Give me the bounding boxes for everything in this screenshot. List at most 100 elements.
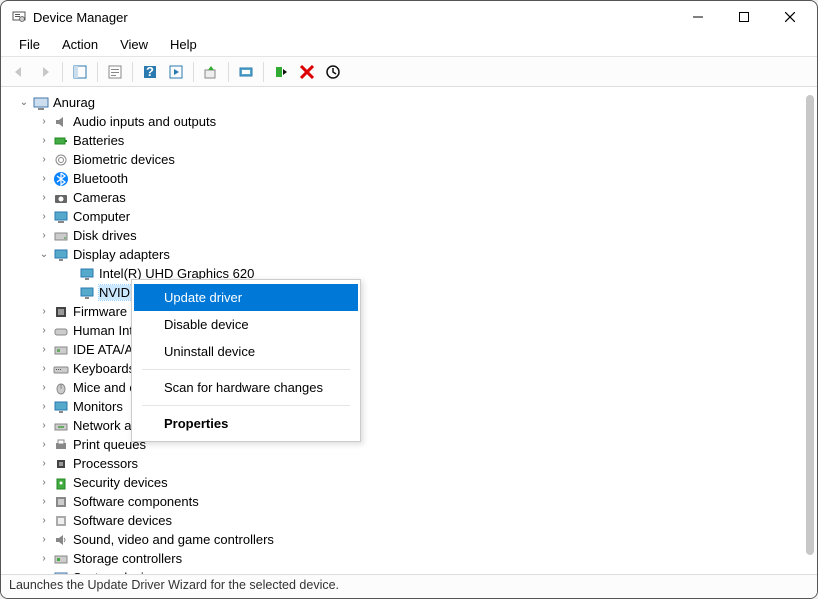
disable-device-button[interactable] <box>321 60 345 84</box>
help-button[interactable]: ? <box>138 60 162 84</box>
ide-icon <box>53 342 69 358</box>
expand-icon[interactable]: › <box>37 419 51 433</box>
uninstall-device-button[interactable] <box>295 60 319 84</box>
forward-button[interactable] <box>33 60 57 84</box>
expand-icon[interactable]: › <box>37 210 51 224</box>
tree-node-ide[interactable]: ›IDE ATA/AT <box>7 340 817 359</box>
ctx-properties[interactable]: Properties <box>134 410 358 437</box>
expand-icon[interactable]: › <box>37 400 51 414</box>
enable-device-button[interactable] <box>269 60 293 84</box>
expand-icon[interactable]: › <box>37 495 51 509</box>
tree-node-processors[interactable]: ›Processors <box>7 454 817 473</box>
tree-node-intel-gpu[interactable]: Intel(R) UHD Graphics 620 <box>7 264 817 283</box>
tree-node-network[interactable]: ›Network adapters <box>7 416 817 435</box>
collapse-icon[interactable]: ⌄ <box>37 248 51 262</box>
ctx-uninstall-device[interactable]: Uninstall device <box>134 338 358 365</box>
tree-node-storage[interactable]: ›Storage controllers <box>7 549 817 568</box>
disk-icon <box>53 228 69 244</box>
expand-icon[interactable]: › <box>37 191 51 205</box>
battery-icon <box>53 133 69 149</box>
expand-icon[interactable]: › <box>37 305 51 319</box>
update-driver-button[interactable] <box>199 60 223 84</box>
expand-icon[interactable]: › <box>37 324 51 338</box>
tree-node-nvidia-gpu[interactable]: NVIDIA <box>7 283 817 302</box>
tree-label: Computer <box>73 209 130 224</box>
device-tree[interactable]: ⌄ Anurag ›Audio inputs and outputs ›Batt… <box>1 87 817 574</box>
tree-label: Software components <box>73 494 199 509</box>
device-manager-window: Device Manager File Action View Help ? ⌄ <box>0 0 818 599</box>
expand-icon[interactable]: › <box>37 533 51 547</box>
expand-icon[interactable]: › <box>37 381 51 395</box>
tree-node-batteries[interactable]: ›Batteries <box>7 131 817 150</box>
expand-icon[interactable]: › <box>37 476 51 490</box>
tree-node-sound[interactable]: › Sound, video and game controllers <box>7 530 817 549</box>
expand-icon[interactable]: › <box>37 153 51 167</box>
close-button[interactable] <box>767 1 813 33</box>
show-hide-tree-button[interactable] <box>68 60 92 84</box>
expand-icon[interactable]: › <box>37 552 51 566</box>
menu-view[interactable]: View <box>112 35 156 54</box>
tree-node-swdev[interactable]: ›Software devices <box>7 511 817 530</box>
action-button[interactable] <box>164 60 188 84</box>
window-title: Device Manager <box>33 10 128 25</box>
tree-label: Bluetooth <box>73 171 128 186</box>
tree-node-biometric[interactable]: ›Biometric devices <box>7 150 817 169</box>
menu-action[interactable]: Action <box>54 35 106 54</box>
tree-node-bluetooth[interactable]: › Bluetooth <box>7 169 817 188</box>
menubar: File Action View Help <box>1 33 817 57</box>
tree-node-firmware[interactable]: › Firmware <box>7 302 817 321</box>
computer-icon <box>33 95 49 111</box>
scan-hardware-button[interactable] <box>234 60 258 84</box>
computer-icon <box>53 209 69 225</box>
expand-icon[interactable]: › <box>37 362 51 376</box>
tree-root[interactable]: ⌄ Anurag <box>7 93 817 112</box>
expand-icon[interactable]: › <box>37 115 51 129</box>
ctx-disable-device[interactable]: Disable device <box>134 311 358 338</box>
menu-help[interactable]: Help <box>162 35 205 54</box>
minimize-button[interactable] <box>675 1 721 33</box>
tree-node-hid[interactable]: ›Human Int <box>7 321 817 340</box>
tree-label: Sound, video and game controllers <box>73 532 274 547</box>
ctx-scan-hardware[interactable]: Scan for hardware changes <box>134 374 358 401</box>
svg-text:?: ? <box>146 64 154 79</box>
tree-node-print[interactable]: ›Print queues <box>7 435 817 454</box>
tree-node-mice[interactable]: ›Mice and o <box>7 378 817 397</box>
tree-node-audio[interactable]: ›Audio inputs and outputs <box>7 112 817 131</box>
scrollbar[interactable] <box>806 95 814 555</box>
expand-icon[interactable]: › <box>37 343 51 357</box>
mouse-icon <box>53 380 69 396</box>
tree-node-system[interactable]: ›System devices <box>7 568 817 574</box>
tree-node-monitors[interactable]: ›Monitors <box>7 397 817 416</box>
tree-node-disk[interactable]: ›Disk drives <box>7 226 817 245</box>
tree-node-cameras[interactable]: ›Cameras <box>7 188 817 207</box>
expand-icon[interactable]: › <box>37 172 51 186</box>
expand-icon[interactable]: › <box>37 457 51 471</box>
ctx-update-driver[interactable]: Update driver <box>134 284 358 311</box>
back-button[interactable] <box>7 60 31 84</box>
menu-file[interactable]: File <box>11 35 48 54</box>
ctx-separator <box>142 405 350 406</box>
tree-node-display[interactable]: ⌄Display adapters <box>7 245 817 264</box>
tree-node-security[interactable]: ›Security devices <box>7 473 817 492</box>
monitor-icon <box>53 399 69 415</box>
tree-node-computer[interactable]: › Computer <box>7 207 817 226</box>
tree-node-keyboards[interactable]: ›Keyboards <box>7 359 817 378</box>
expand-icon[interactable]: › <box>37 438 51 452</box>
maximize-button[interactable] <box>721 1 767 33</box>
tree-label: Firmware <box>73 304 127 319</box>
titlebar: Device Manager <box>1 1 817 33</box>
security-icon <box>53 475 69 491</box>
status-bar: Launches the Update Driver Wizard for th… <box>1 574 817 598</box>
network-icon <box>53 418 69 434</box>
tree-label: Anurag <box>53 95 95 110</box>
properties-button[interactable] <box>103 60 127 84</box>
sound-icon <box>53 532 69 548</box>
audio-icon <box>53 114 69 130</box>
expand-icon[interactable]: › <box>37 134 51 148</box>
expand-icon[interactable]: › <box>37 514 51 528</box>
hid-icon <box>53 323 69 339</box>
collapse-icon[interactable]: ⌄ <box>17 96 31 110</box>
expand-icon[interactable]: › <box>37 229 51 243</box>
expand-icon[interactable]: › <box>37 571 51 575</box>
tree-node-swcomp[interactable]: › Software components <box>7 492 817 511</box>
